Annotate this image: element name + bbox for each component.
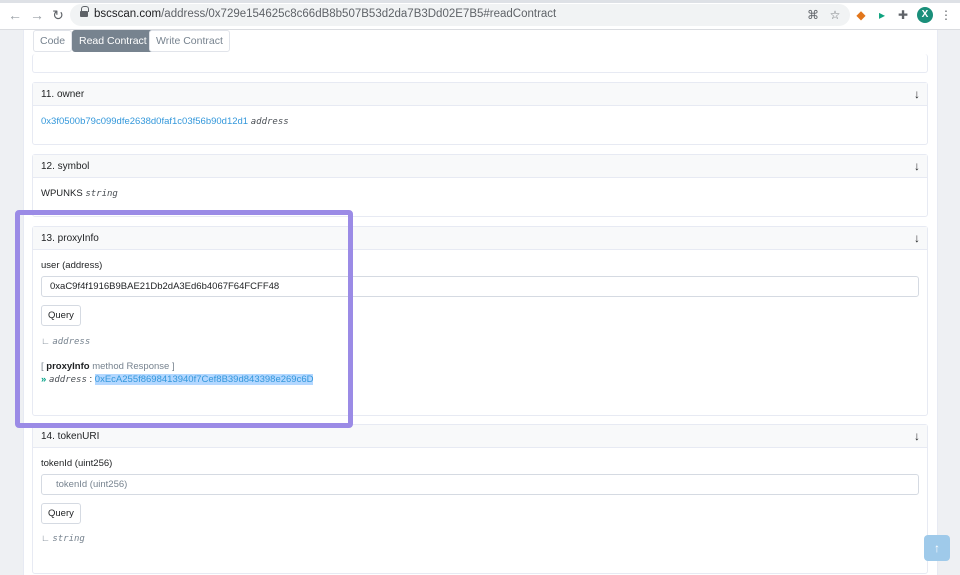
collapse-arrow-icon[interactable]: ↓ (914, 155, 920, 178)
function-header-tokenuri[interactable]: 14. tokenURI ↓ (33, 425, 927, 448)
function-panel-tokenuri: 14. tokenURI ↓ tokenId (uint256) tokenId… (32, 424, 928, 574)
owner-type: address (250, 117, 289, 127)
tab-code[interactable]: Code (33, 30, 73, 52)
tab-read-contract[interactable]: Read Contract (72, 30, 154, 52)
owner-value: 0x3f0500b79c099dfe2638d0faf1c03f56b90d12… (41, 116, 289, 127)
back-icon[interactable]: ← (6, 6, 24, 24)
tab-strip (0, 0, 960, 3)
lock-icon (80, 6, 89, 18)
tokenid-label: tokenId (uint256) (41, 458, 113, 469)
function-header-owner[interactable]: 11. owner ↓ (33, 83, 927, 106)
function-header-symbol[interactable]: 12. symbol ↓ (33, 155, 927, 178)
symbol-type: string (85, 189, 118, 199)
collapse-arrow-icon[interactable]: ↓ (914, 425, 920, 448)
reload-icon[interactable]: ↻ (49, 6, 67, 24)
extension-icon[interactable]: ▸ (874, 7, 890, 23)
profile-avatar[interactable]: X (917, 7, 933, 23)
star-icon[interactable]: ☆ (828, 8, 842, 22)
tokenuri-query-button[interactable]: Query (41, 503, 81, 524)
translate-icon[interactable]: ⌘ (806, 8, 820, 22)
arrow-up-icon: ↑ (934, 541, 940, 555)
address-bar[interactable]: bscscan.com/address/0x729e154625c8c66dB8… (70, 4, 850, 26)
function-panel-symbol: 12. symbol ↓ WPUNKS string (32, 154, 928, 217)
forward-icon[interactable]: → (28, 6, 46, 24)
scroll-to-top-button[interactable]: ↑ (924, 535, 950, 561)
url-text: bscscan.com/address/0x729e154625c8c66dB8… (94, 8, 557, 20)
browser-toolbar: ← → ↻ bscscan.com/address/0x729e154625c8… (0, 0, 960, 30)
return-prefix-icon: ∟ (41, 533, 50, 543)
tokenuri-return-type: ∟ string (41, 533, 85, 544)
tab-write-contract[interactable]: Write Contract (149, 30, 230, 52)
tokenid-input[interactable]: tokenId (uint256) (41, 474, 919, 495)
menu-dots-icon[interactable]: ⋮ (938, 7, 954, 23)
metamask-extension-icon[interactable]: ◆ (853, 7, 869, 23)
collapse-arrow-icon[interactable]: ↓ (914, 227, 920, 250)
symbol-value: WPUNKS string (41, 188, 118, 199)
function-panel-owner: 11. owner ↓ 0x3f0500b79c099dfe2638d0faf1… (32, 82, 928, 145)
annotation-highlight-box (15, 210, 353, 428)
owner-address-link[interactable]: 0x3f0500b79c099dfe2638d0faf1c03f56b90d12… (41, 116, 248, 127)
previous-function-panel (32, 54, 928, 73)
collapse-arrow-icon[interactable]: ↓ (914, 83, 920, 106)
puzzle-extensions-icon[interactable]: ✚ (895, 7, 911, 23)
